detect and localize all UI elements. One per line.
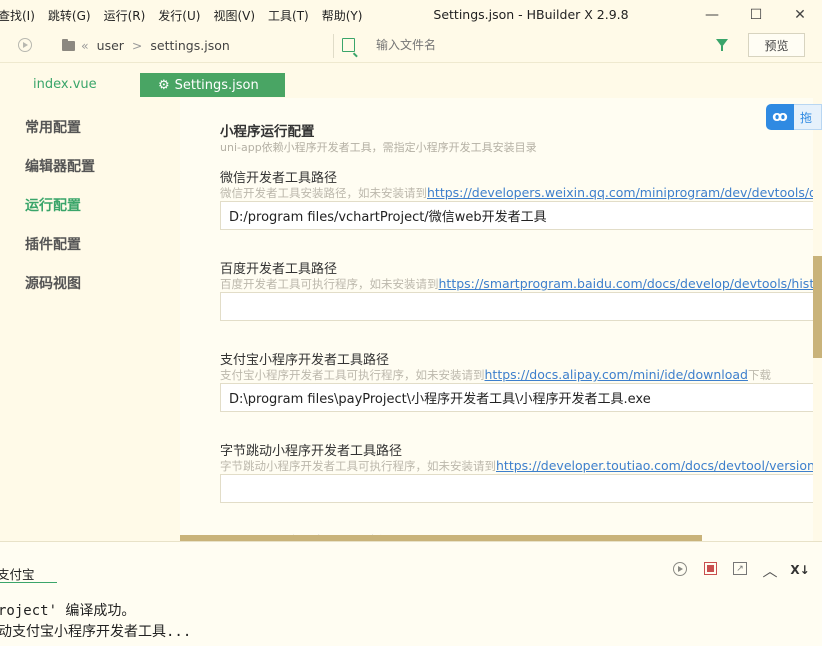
filter-icon[interactable]: [716, 39, 728, 51]
preview-button[interactable]: 预览: [748, 33, 805, 57]
console-tab-underline: [0, 582, 57, 583]
baidu-tool-hint: 百度开发者工具可执行程序，如未安装请到https://smartprogram.…: [220, 276, 814, 292]
toutiao-download-link[interactable]: https://developer.toutiao.com/docs/devto…: [496, 458, 814, 473]
sidebar-item-source-view[interactable]: 源码视图: [25, 273, 81, 293]
menu-goto[interactable]: 跳转(G): [48, 7, 91, 24]
sidebar-item-plugins[interactable]: 插件配置: [25, 234, 81, 254]
menu-view[interactable]: 视图(V): [213, 7, 255, 24]
maximize-button[interactable]: ☐: [734, 0, 778, 30]
vertical-scrollbar[interactable]: [813, 256, 822, 358]
alipay-tool-path-field[interactable]: D:\program files\payProject\小程序开发者工具\小程序…: [220, 383, 814, 412]
wechat-tool-path-field[interactable]: D:/program files/vchartProject/微信web开发者工…: [220, 201, 814, 230]
breadcrumb-item-file[interactable]: settings.json: [150, 38, 229, 53]
wechat-tool-path-label: 微信开发者工具路径: [220, 171, 338, 186]
toolbar-divider: [333, 34, 334, 58]
hint-text: 字节跳动小程序开发者工具可执行程序，如未安装请到: [220, 459, 496, 473]
baidu-tool-path-field[interactable]: [220, 292, 814, 321]
settings-content: 小程序运行配置 uni-app依赖小程序开发者工具，需指定小程序开发工具安装目录…: [180, 98, 814, 541]
breadcrumb-separator: >: [131, 38, 143, 53]
alipay-tool-hint: 支付宝小程序开发者工具可执行程序，如未安装请到https://docs.alip…: [220, 367, 771, 383]
stop-icon[interactable]: [704, 562, 717, 575]
toutiao-tool-path-label: 字节跳动小程序开发者工具路径: [220, 444, 403, 459]
breadcrumb-collapse-icon[interactable]: «: [81, 38, 89, 53]
baidu-tool-path-label: 百度开发者工具路径: [220, 262, 338, 277]
console-line: roject' 编译成功。: [0, 603, 136, 619]
close-button[interactable]: ✕: [778, 0, 822, 30]
menu-bar: 查找(I) 跳转(G) 运行(R) 发行(U) 视图(V) 工具(T) 帮助(Y…: [0, 7, 375, 24]
breadcrumb: « user > settings.json: [62, 38, 230, 53]
tab-label: Settings.json: [174, 77, 259, 93]
badge-label: 拖: [794, 104, 822, 130]
hint-text: 支付宝小程序开发者工具可执行程序，如未安装请到: [220, 368, 485, 382]
toolbar: « user > settings.json 预览: [0, 30, 822, 62]
run-icon[interactable]: [18, 38, 32, 52]
tab-index-vue[interactable]: index.vue: [33, 72, 97, 96]
console-panel: 支付宝 ↗ ︿ X↓ roject' 编译成功。 动支付宝小程序开发者工具...: [0, 541, 822, 646]
run-icon[interactable]: [673, 562, 687, 576]
settings-sidebar: 常用配置 编辑器配置 运行配置 插件配置 源码视图: [0, 98, 180, 541]
alipay-tool-path-label: 支付宝小程序开发者工具路径: [220, 353, 390, 368]
baidu-float-badge[interactable]: ꝏ 拖: [766, 104, 822, 130]
clear-icon[interactable]: X↓: [790, 562, 809, 578]
sidebar-item-common[interactable]: 常用配置: [25, 117, 81, 137]
baidu-download-link[interactable]: https://smartprogram.baidu.com/docs/deve…: [439, 276, 815, 291]
minimize-button[interactable]: —: [690, 0, 734, 30]
gear-icon: ⚙: [158, 77, 170, 93]
sidebar-item-run[interactable]: 运行配置: [25, 195, 81, 215]
section-description: uni-app依赖小程序开发者工具，需指定小程序开发工具安装目录: [220, 141, 537, 154]
editor-tabs: index.vue ⚙ Settings.json: [0, 62, 822, 98]
hint-suffix: 下载: [747, 368, 771, 382]
open-external-icon[interactable]: ↗: [733, 562, 747, 575]
folder-icon: [62, 38, 75, 51]
file-search-input[interactable]: [376, 38, 696, 52]
menu-tools[interactable]: 工具(T): [268, 7, 309, 24]
title-bar: 查找(I) 跳转(G) 运行(R) 发行(U) 视图(V) 工具(T) 帮助(Y…: [0, 0, 822, 30]
section-title: 小程序运行配置: [220, 124, 315, 140]
hint-text: 百度开发者工具可执行程序，如未安装请到: [220, 277, 439, 291]
hint-text: 微信开发者工具安装路径，如未安装请到: [220, 186, 427, 200]
alipay-download-link[interactable]: https://docs.alipay.com/mini/ide/downloa…: [485, 367, 748, 382]
baidu-paw-icon: ꝏ: [766, 104, 794, 130]
hbuilder-window: 查找(I) 跳转(G) 运行(R) 发行(U) 视图(V) 工具(T) 帮助(Y…: [0, 0, 822, 646]
tab-settings-json[interactable]: ⚙ Settings.json: [140, 73, 285, 97]
sidebar-item-editor[interactable]: 编辑器配置: [25, 156, 95, 176]
breadcrumb-item-user[interactable]: user: [97, 38, 124, 53]
menu-find[interactable]: 查找(I): [0, 7, 35, 24]
collapse-up-icon[interactable]: ︿: [762, 562, 778, 580]
wechat-tool-hint: 微信开发者工具安装路径，如未安装请到https://developers.wei…: [220, 185, 814, 201]
toutiao-tool-hint: 字节跳动小程序开发者工具可执行程序，如未安装请到https://develope…: [220, 458, 814, 474]
tab-label: index.vue: [33, 76, 97, 92]
menu-run[interactable]: 运行(R): [104, 7, 146, 24]
file-search-icon: [342, 38, 355, 52]
console-tab-alipay[interactable]: 支付宝: [0, 564, 35, 583]
menu-publish[interactable]: 发行(U): [158, 7, 200, 24]
wechat-download-link[interactable]: https://developers.weixin.qq.com/minipro…: [427, 185, 814, 200]
menu-help[interactable]: 帮助(Y): [322, 7, 363, 24]
window-controls: — ☐ ✕: [690, 0, 822, 30]
toutiao-tool-path-field[interactable]: [220, 474, 814, 503]
console-line: 动支付宝小程序开发者工具...: [0, 624, 192, 640]
